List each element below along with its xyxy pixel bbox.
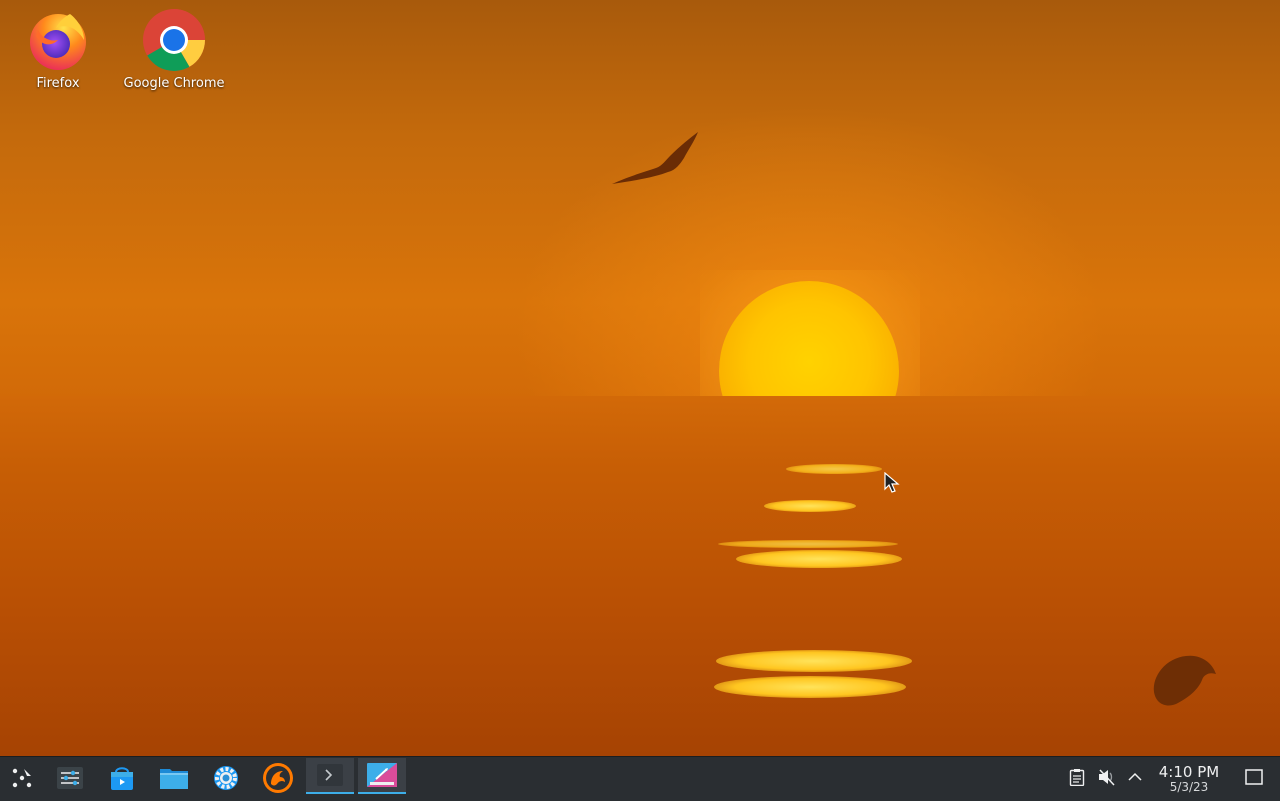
- clipboard-icon: [1069, 769, 1085, 786]
- dolphin-file-manager-icon: [160, 769, 188, 789]
- sun-reflection: [736, 550, 902, 568]
- firefox-icon: [26, 8, 90, 72]
- eagle-silhouette: [1153, 655, 1216, 706]
- show-desktop-button[interactable]: [1243, 766, 1265, 788]
- desktop-icon-firefox[interactable]: Firefox: [3, 8, 113, 91]
- application-launcher-icon: [12, 768, 32, 788]
- taskbar-terminal[interactable]: [306, 758, 354, 794]
- desktop-icon-label: Google Chrome: [123, 76, 225, 91]
- sun-reflection: [718, 540, 898, 548]
- flying-bird: [612, 132, 698, 184]
- show-desktop-icon: [1245, 769, 1263, 785]
- settings-gear-icon: [214, 766, 238, 790]
- taskbar-file-manager[interactable]: [152, 760, 196, 796]
- taskbar-game-app[interactable]: [256, 760, 300, 796]
- volume-muted-icon: [1099, 769, 1115, 786]
- sea: [0, 396, 1280, 756]
- chrome-icon: [142, 8, 206, 72]
- sun-reflection: [716, 650, 912, 672]
- taskbar-discover[interactable]: [100, 760, 144, 796]
- desktop-icon-label: Firefox: [36, 76, 80, 91]
- steam-like-dragon-icon: [263, 763, 293, 793]
- expand-tray-chevron-icon: [1128, 772, 1142, 781]
- sun-reflection: [764, 500, 856, 512]
- taskbar-system-settings[interactable]: [48, 760, 92, 796]
- terminal-icon: [317, 764, 343, 786]
- clock-time: 4:10 PM: [1158, 763, 1220, 781]
- taskbar-screenshot-tool[interactable]: [358, 758, 406, 794]
- expand-tray-button[interactable]: [1124, 766, 1146, 788]
- system-settings-sliders-icon: [57, 767, 83, 789]
- volume-tray-button[interactable]: [1096, 766, 1118, 788]
- application-launcher-button[interactable]: [0, 760, 44, 796]
- discover-store-icon: [111, 767, 133, 790]
- clock-date: 5/3/23: [1169, 780, 1209, 794]
- digital-clock[interactable]: 4:10 PM 5/3/23: [1152, 764, 1226, 794]
- sun-reflection: [714, 676, 906, 698]
- desktop-wallpaper: [0, 0, 1280, 756]
- screenshot-tool-icon: [367, 763, 397, 787]
- sun-reflection: [786, 464, 882, 474]
- sun: [700, 270, 920, 396]
- desktop-icon-chrome[interactable]: Google Chrome: [119, 8, 229, 91]
- mouse-cursor-icon: [884, 472, 900, 493]
- taskbar-settings[interactable]: [204, 760, 248, 796]
- clipboard-tray-button[interactable]: [1066, 766, 1088, 788]
